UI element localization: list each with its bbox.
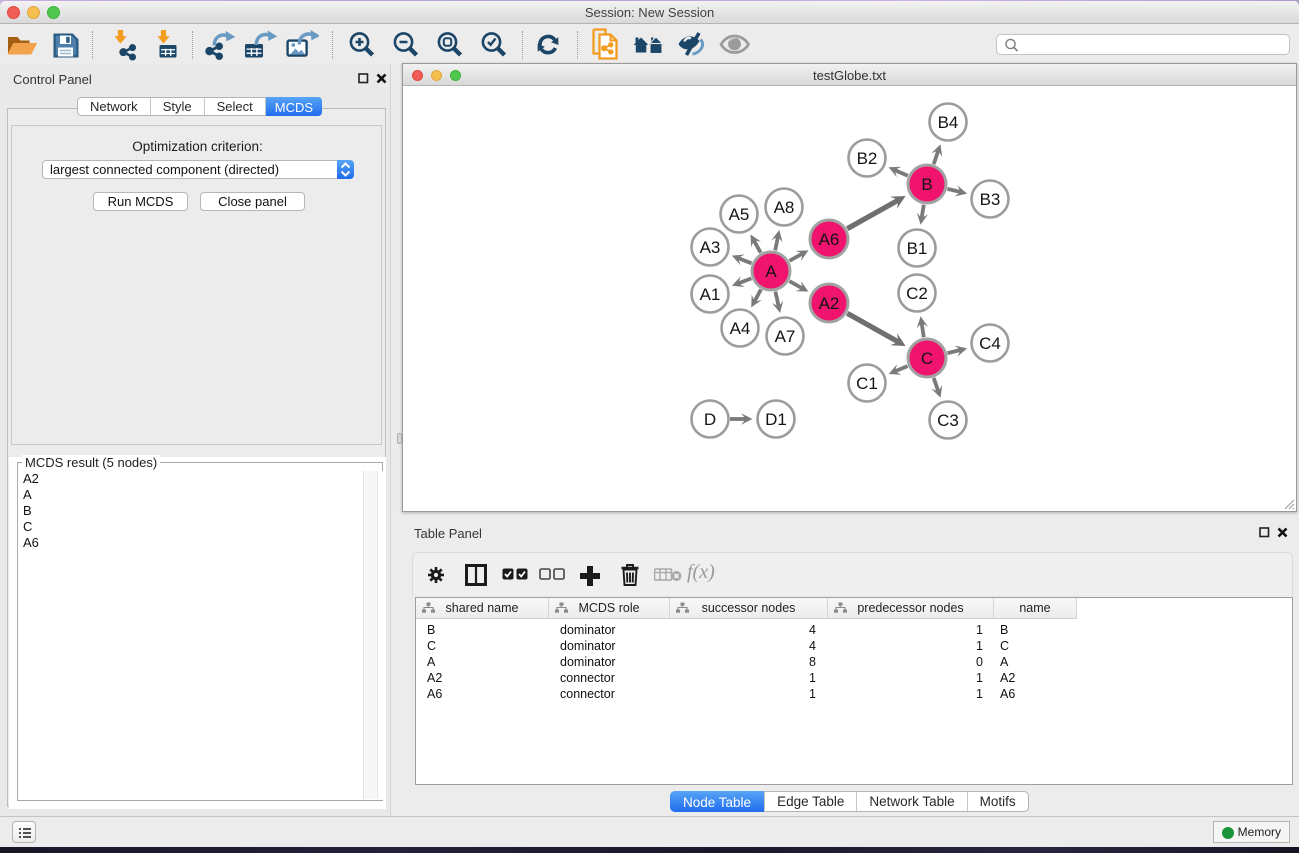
svg-text:C: C (921, 349, 933, 368)
svg-text:A4: A4 (730, 319, 751, 338)
svg-text:B3: B3 (980, 190, 1001, 209)
svg-text:A3: A3 (700, 238, 721, 257)
svg-text:C2: C2 (906, 284, 928, 303)
svg-text:D: D (704, 410, 716, 429)
svg-text:B1: B1 (907, 239, 928, 258)
svg-text:D1: D1 (765, 410, 787, 429)
svg-text:A5: A5 (729, 205, 750, 224)
svg-text:B4: B4 (938, 113, 959, 132)
svg-text:C4: C4 (979, 334, 1001, 353)
svg-text:A1: A1 (700, 285, 721, 304)
svg-text:C3: C3 (937, 411, 959, 430)
svg-text:B: B (921, 175, 932, 194)
svg-text:A6: A6 (819, 230, 840, 249)
svg-text:A2: A2 (819, 294, 840, 313)
svg-text:C1: C1 (856, 374, 878, 393)
svg-text:A8: A8 (774, 198, 795, 217)
svg-text:B2: B2 (857, 149, 878, 168)
svg-text:A7: A7 (775, 327, 796, 346)
svg-text:A: A (765, 262, 777, 281)
